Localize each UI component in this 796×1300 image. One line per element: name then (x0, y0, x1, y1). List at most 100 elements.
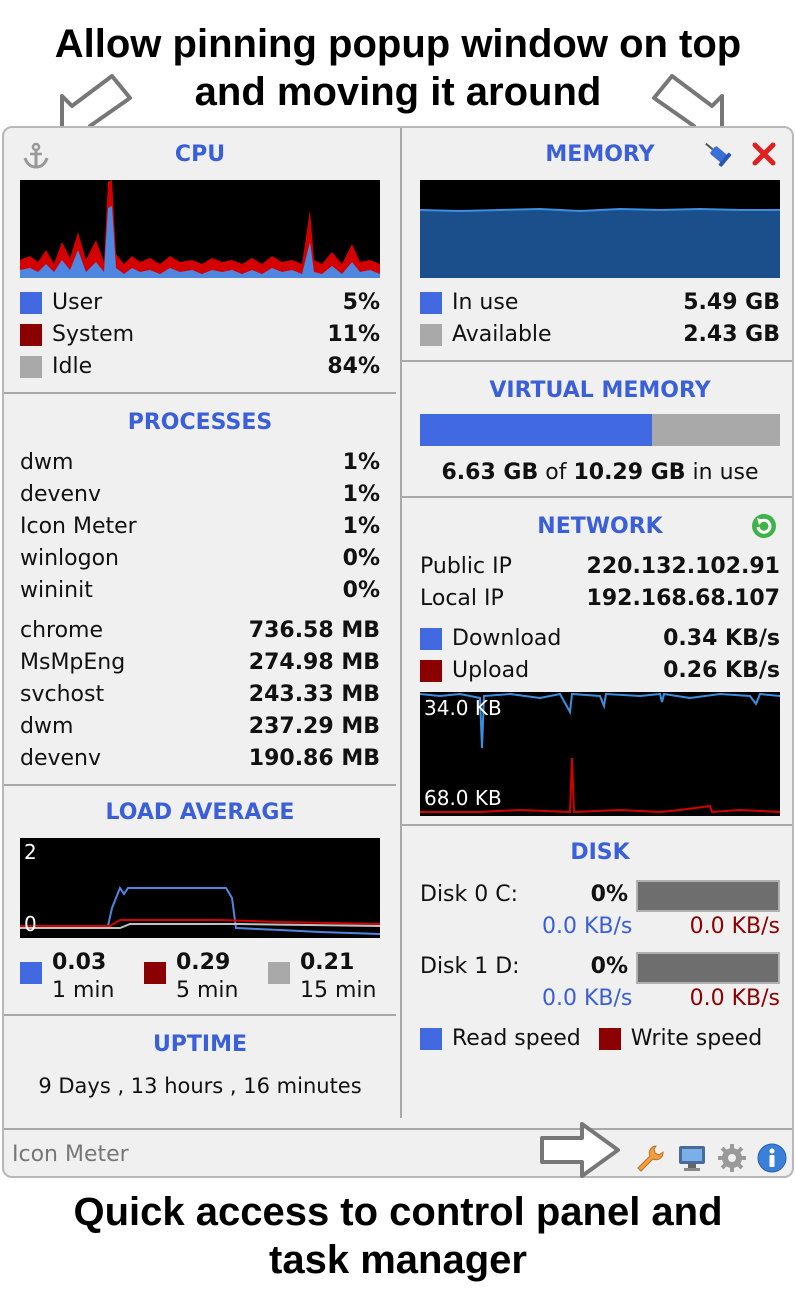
network-graph-top-label: 34.0 KB (424, 696, 502, 720)
refresh-icon[interactable] (750, 512, 778, 540)
load-5min: 0.29 5 min (144, 950, 254, 1006)
bottom-caption-line2: task manager (269, 1238, 527, 1282)
process-name: dwm (20, 450, 74, 475)
load-graph-bottom-label: 0 (24, 912, 37, 936)
disk-title: DISK (570, 840, 630, 865)
disk-legend: Read speed Write speed (420, 1026, 790, 1051)
disk-1-bar (636, 952, 780, 984)
close-icon[interactable] (750, 140, 778, 168)
cpu-idle-label: Idle (52, 354, 93, 379)
vm-of: of (545, 460, 567, 485)
read-speed-label: Read speed (452, 1026, 581, 1051)
top-caption-line1: Allow pinning popup window on top (54, 22, 742, 66)
memory-available-value: 2.43 GB (683, 322, 780, 347)
write-speed-label: Write speed (630, 1026, 763, 1051)
icon-meter-popup: CPU User 5% System 11% Idle 84% PROCESSE… (2, 126, 794, 1178)
local-ip-label: Local IP (420, 586, 504, 611)
cpu-user-label: User (52, 290, 103, 315)
network-graph: 34.0 KB 68.0 KB (420, 692, 780, 816)
footer-app-title: Icon Meter (12, 1142, 129, 1167)
idle-swatch (20, 355, 42, 378)
monitor-icon[interactable] (676, 1142, 708, 1174)
divider-memory (402, 360, 792, 362)
info-icon[interactable] (756, 1142, 788, 1174)
disk-0-label: Disk 0 C: (420, 882, 519, 907)
process-memory-row: chrome 736.58 MB (20, 618, 380, 643)
process-value: 190.86 MB (248, 746, 380, 771)
process-cpu-row: dwm 1% (20, 450, 380, 475)
process-memory-row: svchost 243.33 MB (20, 682, 380, 707)
callout-arrow-footer (540, 1122, 620, 1178)
disk-1-label: Disk 1 D: (420, 954, 520, 979)
cpu-system-label: System (52, 322, 135, 347)
disk-1-write: 0.0 KB/s (689, 986, 780, 1011)
network-graph-bottom-label: 68.0 KB (424, 786, 502, 810)
cpu-user-value: 5% (342, 290, 380, 315)
memory-inuse-row: In use 5.49 GB (420, 290, 780, 315)
virtual-memory-title: VIRTUAL MEMORY (489, 378, 711, 403)
disk-0-write: 0.0 KB/s (689, 914, 780, 939)
process-value: 237.29 MB (248, 714, 380, 739)
process-name: chrome (20, 618, 104, 643)
process-value: 274.98 MB (248, 650, 380, 675)
virtual-memory-bar-fill (420, 414, 652, 446)
download-row: Download 0.34 KB/s (420, 626, 780, 651)
load-15min-value: 0.21 (300, 950, 355, 975)
uptime-value: 9 Days , 13 hours , 16 minutes (38, 1074, 362, 1098)
processes-title: PROCESSES (127, 410, 273, 435)
process-name: devenv (20, 746, 102, 771)
divider-cpu (4, 392, 396, 394)
divider-network (402, 824, 792, 826)
disk-0-read: 0.0 KB/s (542, 914, 633, 939)
download-value: 0.34 KB/s (663, 626, 780, 651)
process-memory-row: devenv 190.86 MB (20, 746, 380, 771)
disk-1-value: 0% (590, 954, 628, 979)
cpu-user-row: User 5% (20, 290, 380, 315)
column-divider (400, 128, 402, 1118)
divider-load (4, 1014, 396, 1016)
vm-suffix: in use (692, 460, 759, 485)
memory-graph (420, 180, 780, 278)
system-swatch (20, 323, 42, 346)
disk-0-row: Disk 0 C: 0% 0.0 KB/s 0.0 KB/s (420, 878, 780, 942)
process-value: 0% (342, 578, 380, 603)
local-ip-row: Local IP 192.168.68.107 (420, 586, 780, 611)
disk-0-value: 0% (590, 882, 628, 907)
process-name: winlogon (20, 546, 119, 571)
process-value: 243.33 MB (248, 682, 380, 707)
network-title: NETWORK (537, 514, 663, 539)
virtual-memory-bar (420, 414, 780, 446)
available-swatch (420, 323, 442, 346)
local-ip-value[interactable]: 192.168.68.107 (587, 586, 780, 611)
process-name: svchost (20, 682, 105, 707)
upload-value: 0.26 KB/s (663, 658, 780, 683)
cpu-system-row: System 11% (20, 322, 380, 347)
read-swatch (420, 1027, 442, 1050)
load-5min-label: 5 min (176, 978, 239, 1003)
load-graph-top-label: 2 (24, 840, 37, 864)
process-name: Icon Meter (20, 514, 137, 539)
upload-label: Upload (452, 658, 530, 683)
pin-icon[interactable] (704, 142, 734, 170)
upload-row: Upload 0.26 KB/s (420, 658, 780, 683)
bottom-caption-line1: Quick access to control panel and (73, 1190, 723, 1234)
process-cpu-row: winlogon 0% (20, 546, 380, 571)
process-value: 736.58 MB (248, 618, 380, 643)
load-15min-swatch (268, 962, 290, 984)
load-1min-label: 1 min (52, 978, 115, 1003)
disk-1-row: Disk 1 D: 0% 0.0 KB/s 0.0 KB/s (420, 950, 780, 1014)
vm-used: 6.63 GB (441, 460, 539, 485)
bottom-caption: Quick access to control panel and task m… (0, 1188, 796, 1284)
public-ip-value[interactable]: 220.132.102.91 (587, 554, 780, 579)
download-swatch (420, 627, 442, 650)
cpu-idle-row: Idle 84% (20, 354, 380, 379)
process-value: 1% (342, 482, 380, 507)
upload-swatch (420, 659, 442, 682)
divider-virtual-memory (402, 496, 792, 498)
vm-total: 10.29 GB (573, 460, 686, 485)
wrench-icon[interactable] (634, 1142, 666, 1174)
load-1min: 0.03 1 min (20, 950, 130, 1006)
gear-icon[interactable] (716, 1142, 748, 1174)
process-name: devenv (20, 482, 102, 507)
uptime-title: UPTIME (152, 1032, 248, 1057)
